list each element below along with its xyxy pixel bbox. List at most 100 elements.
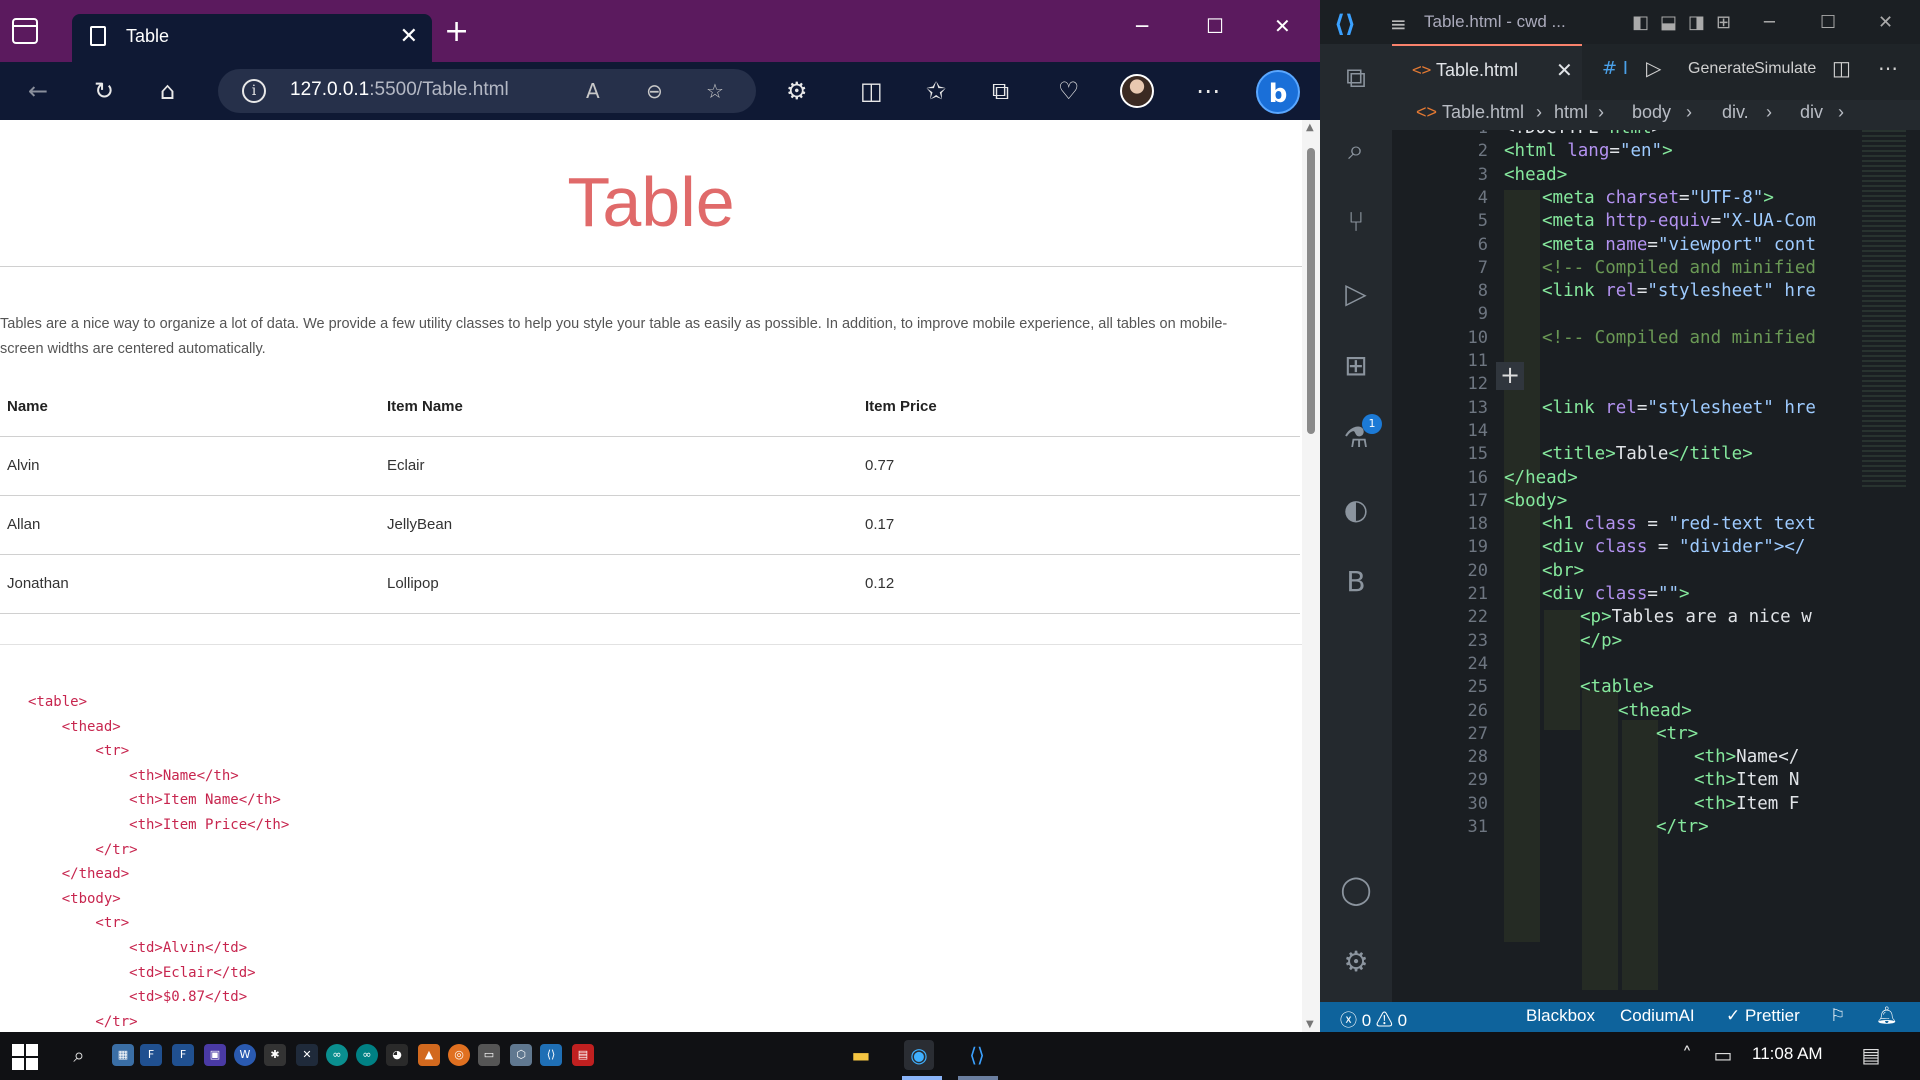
more-actions-icon[interactable]: ⋯ [1878,56,1898,81]
customize-layout-icon[interactable]: ⊞ [1716,12,1731,33]
problems-indicator[interactable]: ⓧ 0 ⚠ 0 [1340,1006,1407,1031]
minimap[interactable] [1862,130,1906,490]
arduino-icon[interactable]: ∞ [326,1044,348,1066]
simulate-button[interactable]: Simulate [1754,60,1816,78]
read-aloud-icon[interactable]: A [586,79,600,103]
bing-copilot-icon[interactable]: b [1256,70,1300,114]
explorer-icon[interactable]: ⧉ [1338,60,1374,96]
split-screen-icon[interactable]: ◫ [860,76,883,106]
home-icon[interactable]: ⌂ [160,76,175,106]
code-sample-line: </tr> [28,1013,138,1030]
codium-icon[interactable]: ◐ [1338,492,1374,528]
code-line: <tr> [1656,723,1699,744]
url-text[interactable]: 127.0.0.1:5500/Table.html [290,79,509,101]
health-icon[interactable]: ♡ [1058,76,1080,106]
taskbar-app-icon[interactable]: ⬡ [510,1044,532,1066]
feedback-icon[interactable]: ⚐ [1830,1006,1845,1026]
extensions-icon[interactable]: ⚙ [786,76,808,106]
refresh-icon[interactable]: ↻ [94,76,114,106]
add-icon[interactable]: + [1496,362,1524,390]
page-scrollbar[interactable]: ▲ ▼ [1302,120,1320,1032]
close-window-icon[interactable]: ✕ [1878,12,1893,33]
collections-icon[interactable]: ⧉ [992,76,1009,106]
code-sample-line: <tr> [28,915,130,932]
menu-icon[interactable]: ≡ [1390,12,1407,36]
taskbar-app-icon[interactable]: ▤ [572,1044,594,1066]
taskbar-app-icon[interactable]: ◕ [386,1044,408,1066]
notification-center-icon[interactable]: ▤ [1856,1040,1886,1070]
new-tab-icon[interactable]: + [444,17,469,47]
codiumai-status[interactable]: CodiumAI [1620,1006,1695,1026]
breadcrumb-item[interactable]: div. [1722,102,1749,123]
chevron-right-icon: › [1686,102,1692,122]
maximize-icon[interactable]: ☐ [1820,12,1836,33]
code-editor[interactable]: 1234567891011121314151617181920212223242… [1392,130,1920,1002]
close-tab-icon[interactable]: ✕ [1556,58,1573,82]
clock[interactable]: 11:08 AM [1752,1044,1823,1064]
run-debug-icon[interactable]: ▷ [1338,276,1374,312]
prettier-status[interactable]: ✓ Prettier [1726,1006,1800,1026]
run-icon[interactable]: ▷ [1646,56,1661,81]
zoom-icon[interactable]: ⊖ [646,79,663,103]
festo-icon[interactable]: F [172,1044,194,1066]
matlab-icon[interactable]: ▲ [418,1044,440,1066]
site-info-icon[interactable]: i [242,79,266,103]
settings-gear-icon[interactable]: ⚙ [1338,944,1374,980]
favorites-icon[interactable]: ✩ [926,76,946,106]
breadcrumb-item[interactable]: div [1800,102,1823,123]
accounts-icon[interactable]: ◯ [1338,872,1374,908]
search-icon[interactable]: ⌕ [1338,132,1374,168]
tab-close-icon[interactable]: ✕ [400,24,418,49]
notifications-bell-icon[interactable]: 🔔︎ [1876,1006,1898,1026]
extensions-icon[interactable]: ⊞ [1338,348,1374,384]
tab-actions-icon[interactable] [12,18,38,44]
generate-button[interactable]: Generate [1688,60,1755,78]
toggle-panel-icon[interactable]: ⬓ [1660,12,1677,33]
back-icon[interactable]: ← [28,76,48,106]
scroll-up-icon[interactable]: ▲ [1306,122,1314,133]
toggle-secondary-sidebar-icon[interactable]: ◨ [1688,12,1705,33]
minimize-icon[interactable]: ─ [1764,12,1775,33]
source-control-icon[interactable]: ⑂ [1338,204,1374,240]
scroll-down-icon[interactable]: ▼ [1306,1019,1314,1030]
windows-taskbar: ⌕ ▦ F F ▣ W ✱ ✕ ∞ ∞ ◕ ▲ ◎ ▭ ⬡ ⟨⟩ ▤ ▬ ◉ ⟨… [0,1032,1920,1080]
taskbar-app-icon[interactable]: ▣ [204,1044,226,1066]
more-options-icon[interactable]: ⋯ [1196,76,1220,106]
editor-tab-active[interactable]: <> Table.html ✕ [1392,44,1582,100]
breadcrumb-item[interactable]: Table.html [1442,102,1524,123]
taskbar-app-icon[interactable]: ◎ [448,1044,470,1066]
code-sample-line: <tr> [28,743,130,760]
taskbar-app-icon[interactable]: W [234,1044,256,1066]
maximize-icon[interactable]: ☐ [1206,14,1224,38]
breadcrumb-item[interactable]: body [1632,102,1671,123]
battery-icon[interactable]: ▭ [1708,1040,1738,1070]
blackbox-status[interactable]: Blackbox [1526,1006,1595,1026]
scrollbar-thumb[interactable] [1307,148,1315,434]
close-window-icon[interactable]: ✕ [1274,14,1291,38]
editor-tab[interactable]: # I [1602,58,1628,79]
blackbox-icon[interactable]: B [1338,564,1374,600]
arduino-icon[interactable]: ∞ [356,1044,378,1066]
minimize-icon[interactable]: ─ [1136,14,1148,38]
vscode-taskbar-icon[interactable]: ⟨⟩ [962,1040,992,1070]
favorite-star-icon[interactable]: ☆ [706,79,724,103]
split-editor-icon[interactable]: ◫ [1832,56,1851,81]
table-cell: 0.77 [858,436,1300,496]
taskbar-app-icon[interactable]: ▦ [112,1044,134,1066]
vscode-taskbar-icon[interactable]: ⟨⟩ [540,1044,562,1066]
taskbar-app-icon[interactable]: ✕ [296,1044,318,1066]
edge-icon[interactable]: ◉ [904,1040,934,1070]
address-bar[interactable]: i 127.0.0.1:5500/Table.html A ⊖ ☆ [218,69,756,113]
festo-icon[interactable]: F [140,1044,162,1066]
testing-icon[interactable]: ⚗ [1338,420,1374,456]
file-explorer-icon[interactable]: ▬ [846,1040,876,1070]
start-button[interactable] [12,1044,38,1070]
browser-tab[interactable]: Table ✕ [72,14,432,62]
toggle-sidebar-icon[interactable]: ◧ [1632,12,1649,33]
profile-avatar[interactable] [1120,74,1154,108]
chevron-up-icon[interactable]: ˄ [1672,1040,1702,1070]
breadcrumb-item[interactable]: html [1554,102,1588,123]
taskbar-app-icon[interactable]: ✱ [264,1044,286,1066]
search-icon[interactable]: ⌕ [64,1040,94,1070]
taskbar-app-icon[interactable]: ▭ [478,1044,500,1066]
